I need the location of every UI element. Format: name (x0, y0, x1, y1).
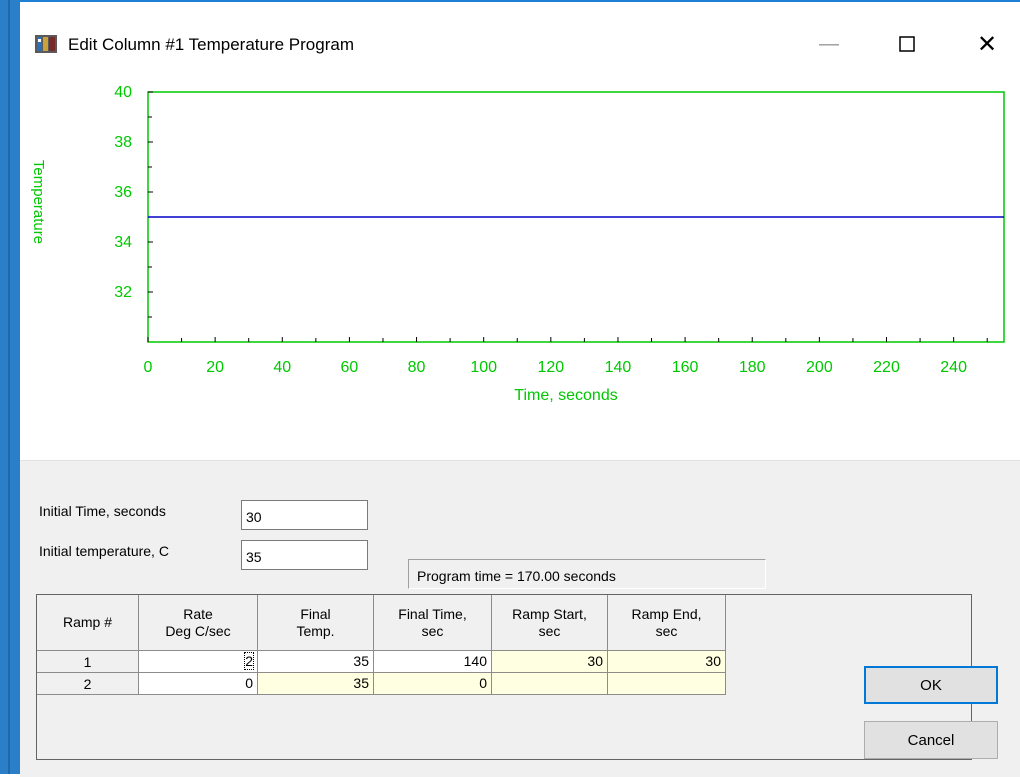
column-header-ramp-end: Ramp End, sec (608, 595, 726, 651)
header-text: Final Time, sec (398, 605, 467, 639)
minimize-button[interactable]: — (806, 26, 852, 62)
x-tick-label: 80 (408, 359, 426, 376)
y-tick-label: 34 (114, 234, 132, 251)
close-icon: ✕ (976, 30, 998, 58)
cell-ramp-end-2 (608, 673, 726, 695)
chart-svg: 0 20 40 60 80 100 120 140 160 180 200 220 240 40 38 36 3… (30, 84, 1005, 404)
x-tick-label: 140 (605, 359, 632, 376)
x-tick-label: 240 (940, 359, 967, 376)
column-header-rate: Rate Deg C/sec (139, 595, 258, 651)
initial-time-input[interactable]: 30 (241, 500, 368, 530)
background-window-edge (0, 0, 20, 774)
x-tick-label: 20 (206, 359, 224, 376)
y-tick-label: 32 (114, 284, 132, 301)
header-text: Final Temp. (296, 605, 335, 639)
program-time-display: Program time = 170.00 seconds (408, 559, 766, 589)
y-axis-label: Temperature (30, 160, 47, 244)
x-tick-label: 180 (739, 359, 766, 376)
initial-temperature-input[interactable]: 35 (241, 540, 368, 570)
cell-ramp-end-1: 30 (608, 651, 726, 673)
cancel-button[interactable]: Cancel (864, 721, 998, 759)
x-tick-label: 40 (273, 359, 291, 376)
app-icon (35, 35, 57, 53)
x-tick-label: 60 (341, 359, 359, 376)
header-text: Ramp # (62, 614, 113, 630)
cell-final-temp-2: 35 (258, 673, 374, 695)
x-axis-label: Time, seconds (514, 387, 617, 404)
header-text: Ramp Start, sec (512, 605, 587, 639)
temperature-chart: 0 20 40 60 80 100 120 140 160 180 200 220 240 40 38 36 3… (20, 62, 1020, 460)
column-header-final-temp: Final Temp. (258, 595, 374, 651)
ok-button[interactable]: OK (864, 666, 998, 704)
maximize-button[interactable] (884, 26, 930, 62)
frame-divider (8, 0, 10, 774)
cell-final-time-1[interactable]: 140 (374, 651, 492, 673)
window-title: Edit Column #1 Temperature Program (68, 35, 354, 54)
x-tick-label: 220 (873, 359, 900, 376)
row-header-2: 2 (37, 673, 139, 695)
initial-time-label: Initial Time, seconds (39, 503, 166, 519)
y-tick-label: 38 (114, 134, 132, 151)
y-tick-label: 40 (114, 84, 132, 101)
cell-final-temp-1[interactable]: 35 (258, 651, 374, 673)
maximize-icon (899, 36, 915, 52)
column-header-final-time: Final Time, sec (374, 595, 492, 651)
x-tick-label: 120 (537, 359, 564, 376)
x-tick-label: 0 (144, 359, 153, 376)
column-header-ramp-start: Ramp Start, sec (492, 595, 608, 651)
x-tick-label: 100 (470, 359, 497, 376)
cell-rate-2[interactable]: 0 (139, 673, 258, 695)
cell-rate-1[interactable]: 2 (139, 651, 258, 673)
cell-ramp-start-2 (492, 673, 608, 695)
x-tick-label: 160 (672, 359, 699, 376)
close-button[interactable]: ✕ (964, 26, 1010, 62)
cell-value: 2 (244, 652, 254, 670)
ramp-table[interactable]: Ramp # Rate Deg C/sec Final Temp. Final … (36, 594, 972, 760)
program-settings-panel: Initial Time, seconds 30 Initial tempera… (20, 460, 1020, 777)
column-header-ramp: Ramp # (37, 595, 139, 651)
cell-final-time-2: 0 (374, 673, 492, 695)
x-tick-label: 200 (806, 359, 833, 376)
dialog-window: Edit Column #1 Temperature Program — ✕ 0… (20, 0, 1020, 777)
row-header-1: 1 (37, 651, 139, 673)
minimize-icon: — (819, 32, 839, 55)
header-text: Rate Deg C/sec (165, 605, 231, 639)
header-text: Ramp End, sec (631, 605, 702, 639)
initial-temperature-label: Initial temperature, C (39, 543, 169, 559)
cell-ramp-start-1: 30 (492, 651, 608, 673)
y-tick-label: 36 (114, 184, 132, 201)
title-bar[interactable]: Edit Column #1 Temperature Program — ✕ (20, 2, 1020, 58)
